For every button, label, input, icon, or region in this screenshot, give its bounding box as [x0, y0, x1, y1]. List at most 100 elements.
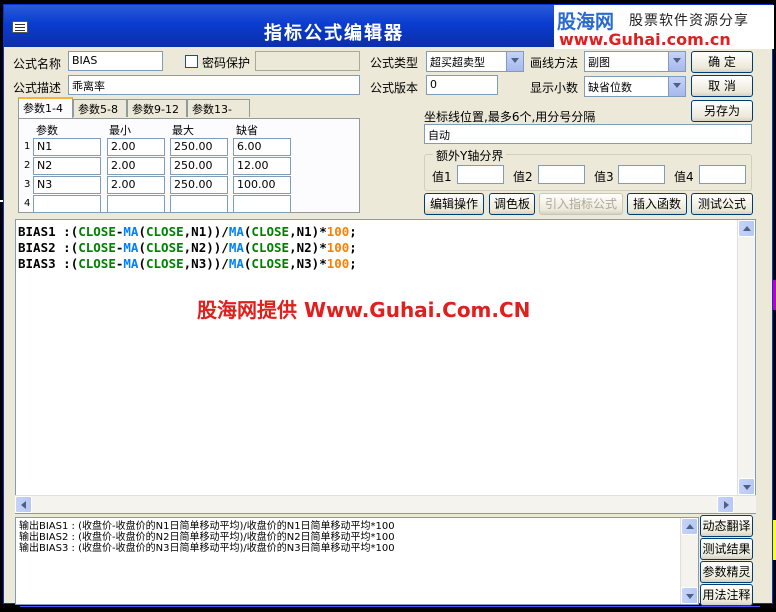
param-max-cell[interactable]: 250.00 — [170, 157, 228, 175]
param-row-index: 1 — [24, 141, 31, 152]
formula-version-field[interactable]: 0 — [426, 75, 498, 95]
param-name-cell[interactable]: N3 — [33, 176, 101, 194]
formula-editor-window: 指标公式编辑器 股海网 股票软件资源分享 www.Guhai.com.cn 公式… — [3, 4, 774, 606]
import-formula-button[interactable]: 引入指标公式 — [539, 193, 623, 215]
ok-button[interactable]: 确 定 — [691, 51, 753, 73]
draw-method-value: 副图 — [588, 56, 610, 69]
draw-method-select[interactable]: 副图 — [584, 51, 686, 72]
output-line: 输出BIAS1 : (收盘价-收盘价的N1日简单移动平均)/收盘价的N1日简单移… — [19, 521, 395, 532]
param-default-cell[interactable]: 12.00 — [233, 157, 291, 175]
axis-lines-label: 坐标线位置,最多6个,用分号分隔 — [424, 110, 596, 124]
tab-params-13-16[interactable]: 参数13-16 — [187, 99, 250, 130]
param-header-min: 最小 — [109, 124, 131, 137]
param-max-cell[interactable]: 250.00 — [170, 176, 228, 194]
password-label: 密码保护 — [202, 56, 251, 70]
param-header-default: 缺省 — [236, 124, 258, 137]
dynamic-translate-button[interactable]: 动态翻译 — [700, 515, 753, 537]
y-value4-field[interactable] — [699, 165, 746, 184]
logo-url: www.Guhai.com.cn — [559, 30, 731, 49]
param-header-max: 最大 — [172, 124, 194, 137]
y-axis-group-label: 额外Y轴分界 — [433, 147, 507, 164]
y-value3-field[interactable] — [618, 165, 665, 184]
draw-method-label: 画线方法 — [530, 56, 579, 70]
param-name-cell[interactable]: N1 — [33, 138, 101, 156]
y-value4-label: 值4 — [674, 170, 694, 184]
y-value3-label: 值3 — [594, 170, 614, 184]
param-default-cell[interactable]: 100.00 — [233, 176, 291, 194]
bg-chart-line — [20, 606, 760, 607]
param-wizard-button[interactable]: 参数精灵 — [700, 561, 753, 583]
param-name-cell[interactable]: N2 — [33, 157, 101, 175]
axis-lines-field[interactable]: 自动 — [424, 124, 752, 144]
code-line[interactable]: BIAS3 :(CLOSE-MA(CLOSE,N3))/MA(CLOSE,N3)… — [18, 256, 357, 272]
y-value2-field[interactable] — [538, 165, 585, 184]
palette-button[interactable]: 调色板 — [489, 193, 535, 215]
formula-type-label: 公式类型 — [370, 56, 419, 70]
param-min-cell[interactable]: 2.00 — [107, 138, 165, 156]
param-max-cell[interactable]: 250.00 — [170, 138, 228, 156]
y-value2-label: 值2 — [513, 170, 533, 184]
y-value1-label: 值1 — [432, 170, 452, 184]
site-logo: 股海网 股票软件资源分享 www.Guhai.com.cn — [554, 5, 774, 49]
tab-params-1-4[interactable]: 参数1-4 — [18, 97, 73, 118]
decimal-select[interactable]: 缺省位数 — [584, 76, 686, 97]
param-min-cell[interactable]: 2.00 — [107, 157, 165, 175]
param-min-cell[interactable]: 2.00 — [107, 176, 165, 194]
decimal-label: 显示小数 — [530, 81, 579, 95]
param-default-cell[interactable]: 6.00 — [233, 138, 291, 156]
formula-type-select[interactable]: 超买超卖型 — [426, 51, 524, 72]
password-field[interactable] — [255, 51, 360, 71]
param-row-index: 4 — [24, 198, 31, 209]
title-bar[interactable]: 指标公式编辑器 股海网 股票软件资源分享 www.Guhai.com.cn — [4, 5, 774, 49]
code-line[interactable]: BIAS2 :(CLOSE-MA(CLOSE,N2))/MA(CLOSE,N2)… — [18, 240, 357, 256]
output-translation-panel: 输出BIAS1 : (收盘价-收盘价的N1日简单移动平均)/收盘价的N1日简单移… — [15, 517, 699, 605]
chevron-down-icon[interactable] — [506, 52, 523, 71]
tab-params-5-8[interactable]: 参数5-8 — [73, 99, 127, 117]
formula-code-editor[interactable]: BIAS1 :(CLOSE-MA(CLOSE,N1))/MA(CLOSE,N1)… — [15, 219, 756, 514]
window-title: 指标公式编辑器 — [264, 23, 404, 44]
param-row-index: 2 — [24, 160, 31, 171]
tab-params-9-12[interactable]: 参数9-12 — [127, 99, 187, 117]
scroll-right-icon[interactable] — [717, 496, 734, 513]
formula-desc-field[interactable]: 乖离率 — [68, 75, 360, 95]
y-value1-field[interactable] — [457, 165, 504, 184]
test-result-button[interactable]: 测试结果 — [700, 538, 753, 560]
logo-tagline: 股票软件资源分享 — [629, 13, 749, 29]
param-default-cell[interactable] — [233, 195, 291, 213]
cancel-button[interactable]: 取 消 — [691, 75, 753, 97]
param-max-cell[interactable] — [170, 195, 228, 213]
decimal-value: 缺省位数 — [588, 81, 632, 94]
save-as-button[interactable]: 另存为 — [691, 100, 753, 122]
insert-function-button[interactable]: 插入函数 — [627, 193, 687, 215]
scroll-down-icon[interactable] — [681, 587, 698, 604]
test-formula-button[interactable]: 测试公式 — [691, 193, 753, 215]
editor-vertical-scrollbar[interactable] — [737, 220, 755, 495]
output-vertical-scrollbar[interactable] — [680, 518, 698, 604]
window-icon — [12, 21, 28, 33]
param-min-cell[interactable] — [107, 195, 165, 213]
param-header-name: 参数 — [36, 124, 58, 137]
scroll-left-icon[interactable] — [15, 496, 32, 513]
param-row-index: 3 — [24, 179, 31, 190]
scroll-down-icon[interactable] — [738, 478, 755, 495]
formula-desc-label: 公式描述 — [13, 81, 62, 95]
formula-name-field[interactable]: BIAS — [68, 51, 163, 71]
code-area[interactable]: BIAS1 :(CLOSE-MA(CLOSE,N1))/MA(CLOSE,N1)… — [18, 224, 357, 272]
password-checkbox[interactable] — [185, 55, 198, 68]
editor-horizontal-scrollbar[interactable] — [15, 495, 756, 513]
formula-name-label: 公式名称 — [13, 57, 62, 71]
formula-version-label: 公式版本 — [370, 81, 419, 95]
output-line: 输出BIAS3 : (收盘价-收盘价的N3日简单移动平均)/收盘价的N3日简单移… — [19, 543, 395, 554]
param-panel: 参数 最小 最大 缺省 1 N1 2.00 250.00 6.00 2 N2 2… — [18, 118, 360, 213]
scroll-up-icon[interactable] — [681, 518, 698, 535]
chevron-down-icon[interactable] — [668, 77, 685, 96]
usage-notes-button[interactable]: 用法注释 — [700, 584, 753, 606]
scroll-up-icon[interactable] — [738, 220, 755, 237]
output-line: 输出BIAS2 : (收盘价-收盘价的N2日简单移动平均)/收盘价的N2日简单移… — [19, 532, 395, 543]
chevron-down-icon[interactable] — [668, 52, 685, 71]
param-name-cell[interactable] — [33, 195, 101, 213]
edit-operation-button[interactable]: 编辑操作 — [424, 193, 484, 215]
formula-type-value: 超买超卖型 — [430, 56, 485, 69]
code-line[interactable]: BIAS1 :(CLOSE-MA(CLOSE,N1))/MA(CLOSE,N1)… — [18, 224, 357, 240]
watermark-text: 股海网提供 Www.Guhai.Com.CN — [197, 298, 531, 322]
